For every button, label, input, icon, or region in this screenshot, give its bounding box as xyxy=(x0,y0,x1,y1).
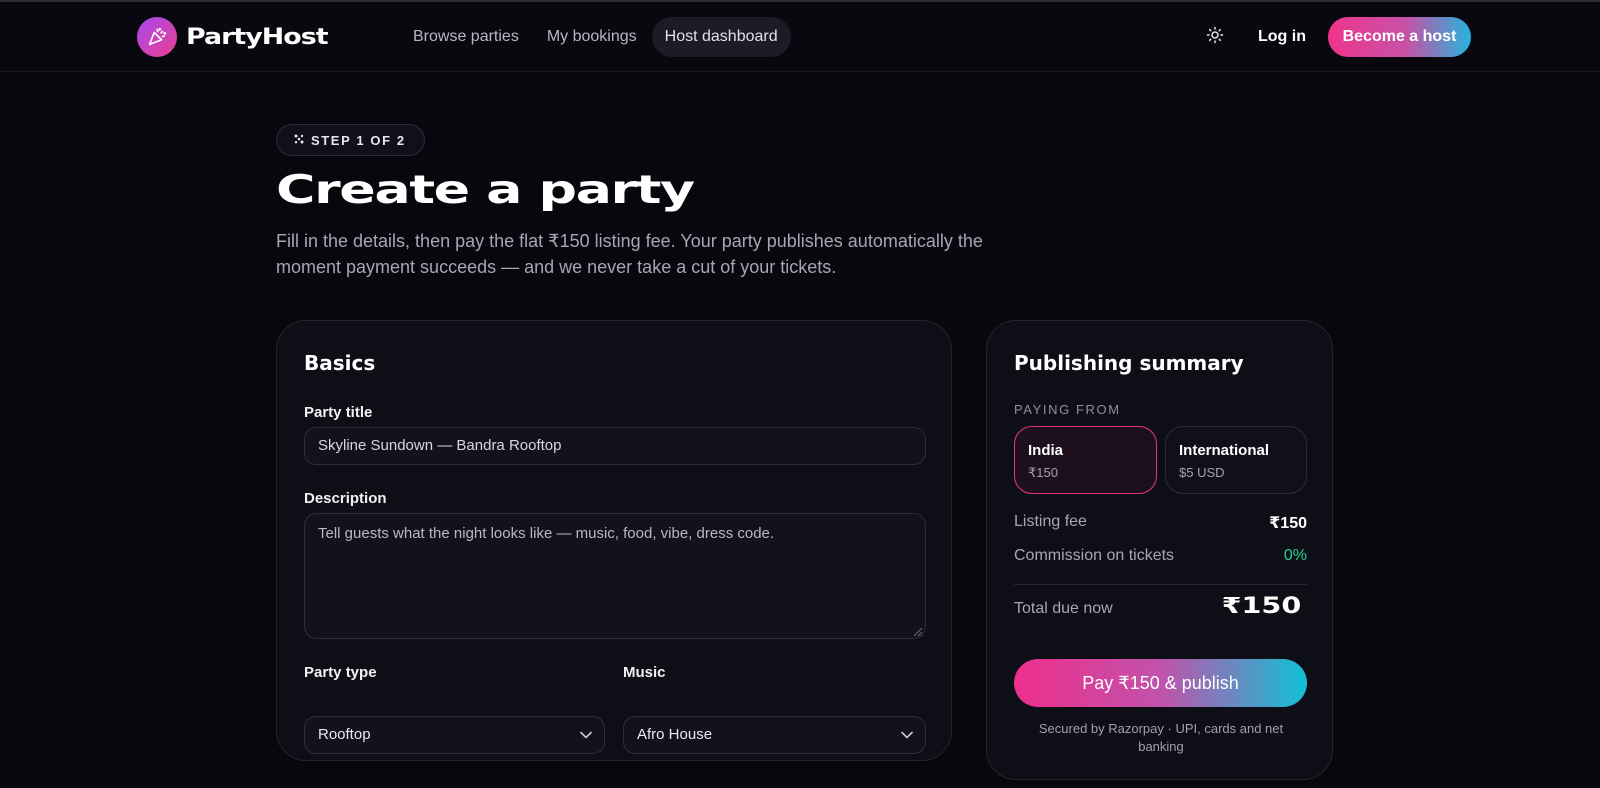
region-name: India xyxy=(1028,442,1064,459)
summary-title: Publishing summary xyxy=(1014,351,1244,375)
main-nav: Browse parties My bookings Host dashboar… xyxy=(400,17,793,57)
page-description: Fill in the details, then pay the flat ₹… xyxy=(276,231,983,277)
become-host-button[interactable]: Become a host xyxy=(1328,17,1471,57)
music-label: Music xyxy=(623,664,666,681)
top-navbar: PartyHost Browse parties My bookings Hos… xyxy=(0,0,1600,72)
publishing-summary-card: Publishing summary PAYING FROM India ₹15… xyxy=(986,320,1333,780)
chevron-down-icon xyxy=(901,717,913,753)
paying-from-label: PAYING FROM xyxy=(1014,402,1121,417)
party-type-label: Party type xyxy=(304,664,377,681)
party-type-select[interactable]: Rooftop xyxy=(304,716,605,754)
login-link[interactable]: Log in xyxy=(1258,17,1306,57)
chevron-down-icon xyxy=(580,717,592,753)
commission-label: Commission on tickets xyxy=(1014,547,1175,564)
music-select[interactable]: Afro House xyxy=(623,716,926,754)
region-price: ₹150 xyxy=(1028,465,1058,480)
description-textarea[interactable]: Tell guests what the night looks like — … xyxy=(304,513,926,639)
nav-my-bookings[interactable]: My bookings xyxy=(534,17,650,57)
description-placeholder: Tell guests what the night looks like — … xyxy=(318,525,775,542)
party-title-input[interactable]: Skyline Sundown — Bandra Rooftop xyxy=(304,427,926,465)
brand-name: PartyHost xyxy=(186,24,329,50)
brand[interactable]: PartyHost xyxy=(137,17,329,57)
pay-and-publish-button[interactable]: Pay ₹150 & publish xyxy=(1014,659,1307,707)
music-value: Afro House xyxy=(637,726,713,743)
party-title-label: Party title xyxy=(304,404,373,421)
sparkle-icon xyxy=(293,133,305,148)
nav-host-dashboard[interactable]: Host dashboard xyxy=(651,17,791,57)
region-price: $5 USD xyxy=(1179,465,1225,480)
step-label: STEP 1 OF 2 xyxy=(311,132,406,148)
region-name: International xyxy=(1179,442,1270,459)
listing-fee-row: Listing fee ₹150 xyxy=(1014,513,1307,533)
nav-browse-parties[interactable]: Browse parties xyxy=(400,17,532,57)
summary-divider xyxy=(1014,584,1307,585)
total-due-label: Total due now xyxy=(1014,600,1113,617)
listing-fee-value: ₹150 xyxy=(1269,515,1307,532)
page-title: Create a party xyxy=(276,168,695,213)
party-type-value: Rooftop xyxy=(318,726,371,743)
sun-icon xyxy=(1206,26,1224,49)
total-due-value: ₹150 xyxy=(1221,594,1301,619)
listing-fee-label: Listing fee xyxy=(1014,513,1087,530)
region-option-india[interactable]: India ₹150 xyxy=(1014,426,1157,494)
description-label: Description xyxy=(304,490,387,507)
commission-row: Commission on tickets 0% xyxy=(1014,547,1307,565)
step-badge: STEP 1 OF 2 xyxy=(276,124,425,156)
theme-toggle-button[interactable] xyxy=(1200,22,1230,52)
resize-handle-icon[interactable] xyxy=(911,624,923,637)
commission-value: 0% xyxy=(1283,547,1307,564)
region-option-international[interactable]: International $5 USD xyxy=(1165,426,1307,494)
party-popper-icon xyxy=(137,17,177,57)
basics-card: Basics Party title Skyline Sundown — Ban… xyxy=(276,320,952,761)
secure-payment-note: Secured by Razorpay · UPI, cards and net… xyxy=(1038,721,1284,754)
basics-title: Basics xyxy=(304,351,376,375)
